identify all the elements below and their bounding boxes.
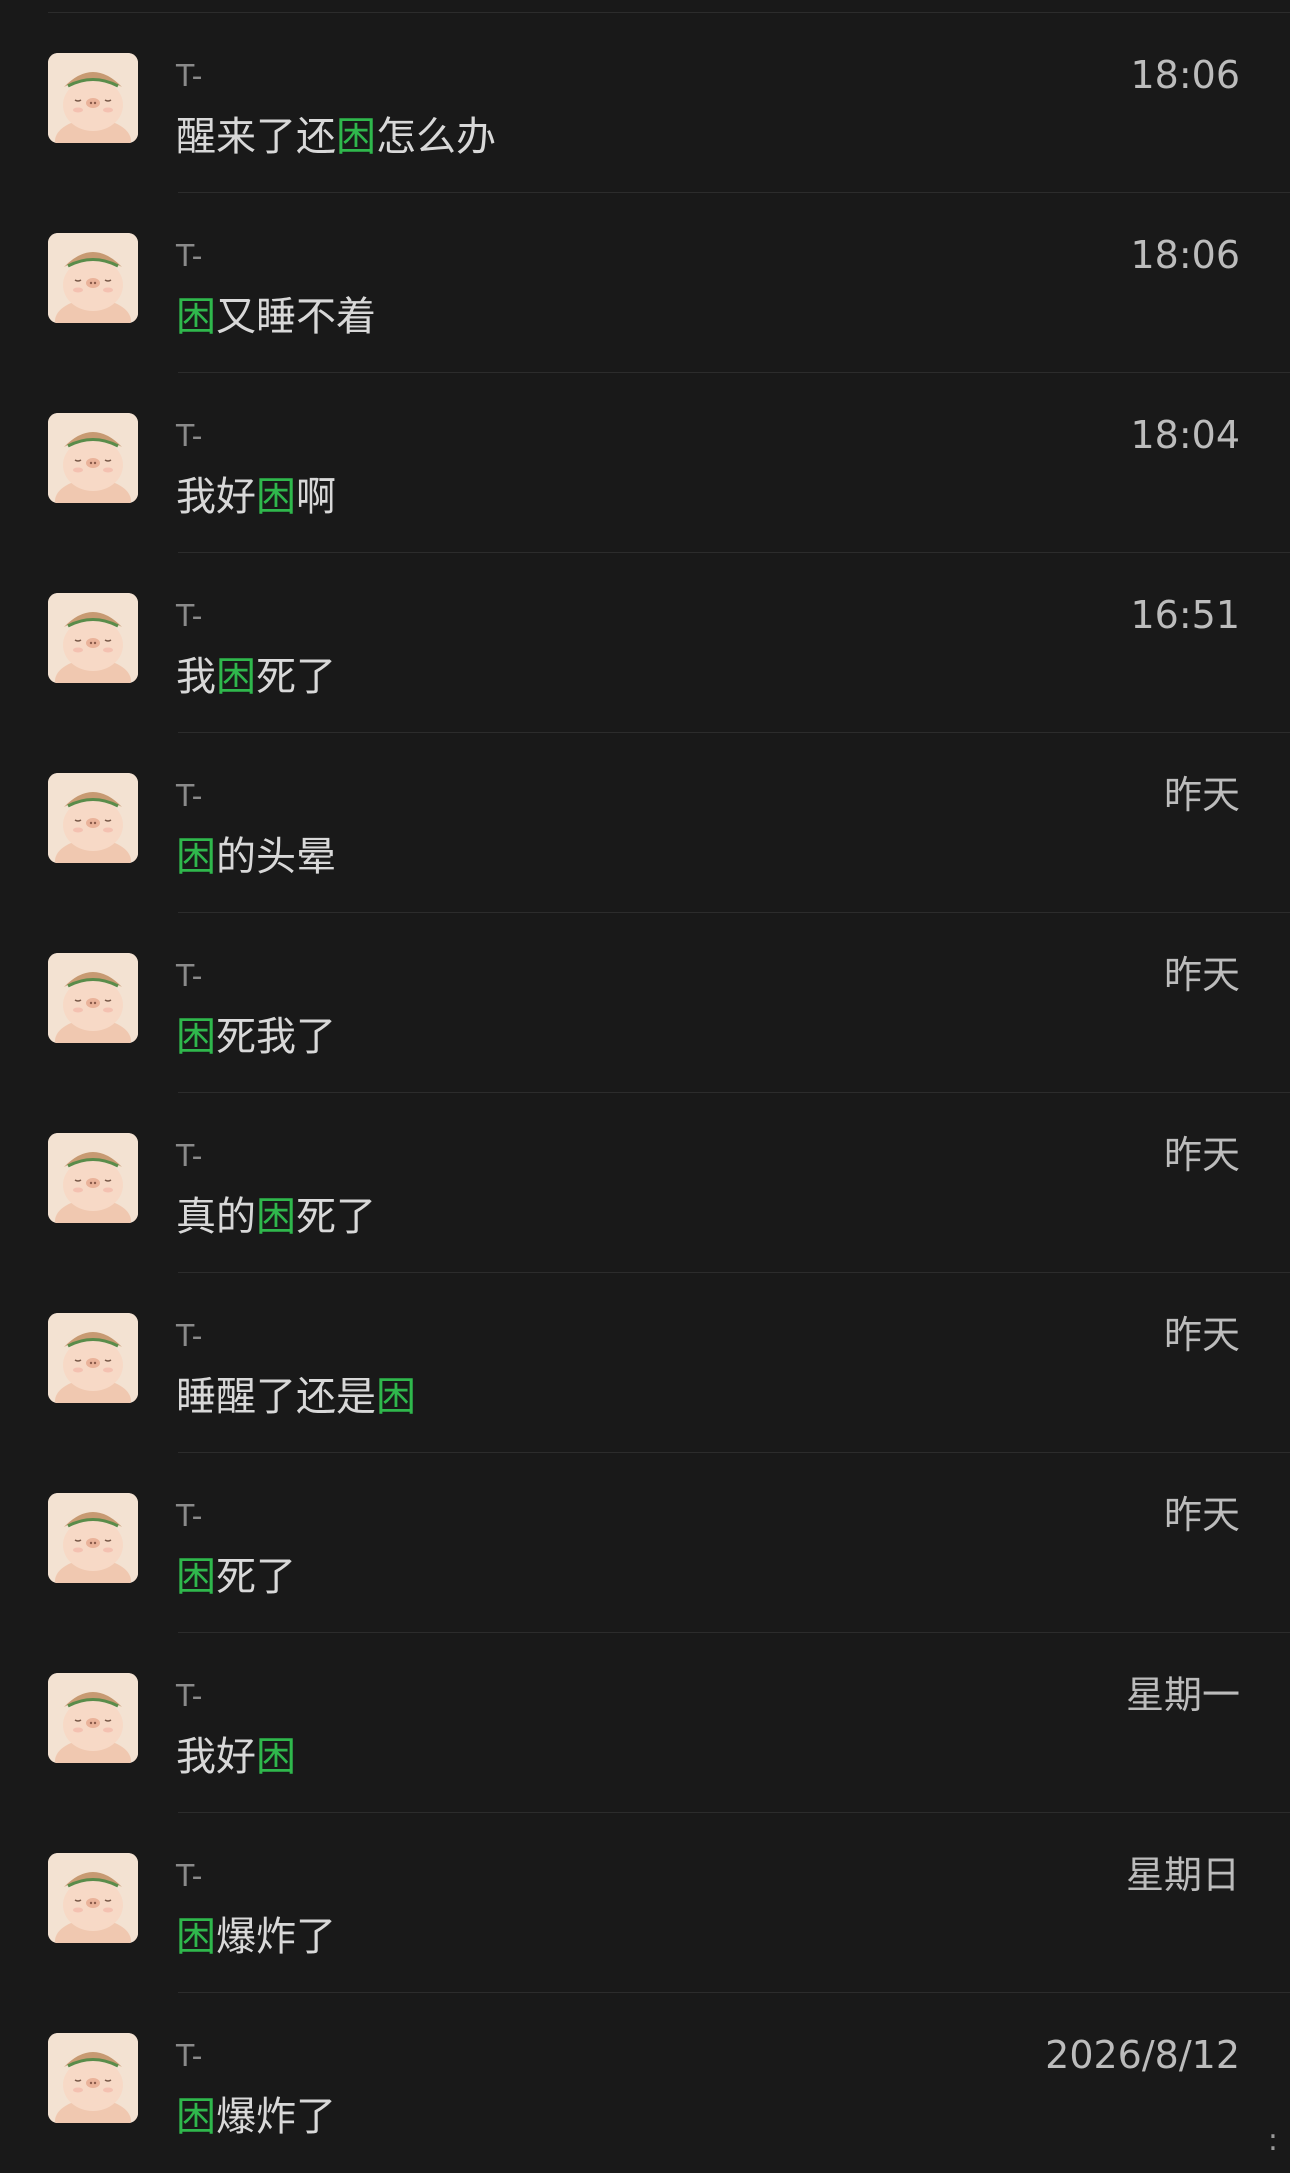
keyword-highlight: 困 (336, 114, 376, 160)
search-result-row[interactable]: T- 困的头晕 昨天 (48, 733, 1290, 913)
message-text: 我好 (176, 1734, 256, 1780)
message-snippet: 我困死了 (176, 653, 336, 701)
keyword-highlight: 困 (176, 1014, 216, 1060)
pig-sticker-avatar-icon (48, 1313, 138, 1403)
sender-name: T- (176, 959, 203, 994)
message-text: 睡醒了还是 (176, 1374, 376, 1420)
message-snippet: 醒来了还困怎么办 (176, 113, 496, 161)
message-text: 我 (176, 654, 216, 700)
keyword-highlight: 困 (176, 294, 216, 340)
search-result-row[interactable]: T- 困死我了 昨天 (48, 913, 1290, 1093)
message-text: 爆炸了 (216, 1914, 336, 1960)
sender-name: T- (176, 1499, 203, 1534)
message-snippet: 困爆炸了 (176, 2093, 336, 2141)
message-time: 昨天 (1163, 1133, 1240, 1177)
message-text: 的头晕 (216, 834, 336, 880)
message-time: 16:51 (1130, 593, 1240, 637)
message-snippet: 困的头晕 (176, 833, 336, 881)
sender-name: T- (176, 1679, 203, 1714)
search-result-row[interactable]: T- 困又睡不着 18:06 (48, 193, 1290, 373)
keyword-highlight: 困 (256, 1194, 296, 1240)
message-text: 怎么办 (376, 114, 496, 160)
message-time: 昨天 (1163, 1313, 1240, 1357)
search-result-row[interactable]: T- 我好困 星期一 (48, 1633, 1290, 1813)
message-time: 昨天 (1163, 1493, 1240, 1537)
pig-sticker-avatar-icon (48, 53, 138, 143)
message-time: 星期一 (1125, 1673, 1240, 1717)
pig-sticker-avatar-icon (48, 1673, 138, 1763)
message-time: 星期日 (1125, 1853, 1240, 1897)
search-result-row[interactable]: T- 我困死了 16:51 (48, 553, 1290, 733)
message-time: 18:06 (1130, 53, 1240, 97)
sender-name: T- (176, 1859, 203, 1894)
message-time: 昨天 (1163, 953, 1240, 997)
pig-sticker-avatar-icon (48, 413, 138, 503)
keyword-highlight: 困 (176, 1554, 216, 1600)
message-snippet: 我好困啊 (176, 473, 336, 521)
keyword-highlight: 困 (176, 2094, 216, 2140)
sender-name: T- (176, 2039, 203, 2074)
message-text: 我好 (176, 474, 256, 520)
message-text: 死了 (216, 1554, 296, 1600)
message-snippet: 睡醒了还是困 (176, 1373, 416, 1421)
keyword-highlight: 困 (176, 1914, 216, 1960)
search-result-row[interactable]: T- 困爆炸了 星期日 (48, 1813, 1290, 1993)
pig-sticker-avatar-icon (48, 953, 138, 1043)
message-snippet: 真的困死了 (176, 1193, 376, 1241)
search-result-row[interactable]: T- 真的困死了 昨天 (48, 1093, 1290, 1273)
message-time: 18:06 (1130, 233, 1240, 277)
message-snippet: 困爆炸了 (176, 1913, 336, 1961)
message-time: 18:04 (1130, 413, 1240, 457)
search-result-row[interactable]: T- 醒来了还困怎么办 18:06 (48, 13, 1290, 193)
pig-sticker-avatar-icon (48, 593, 138, 683)
message-snippet: 我好困 (176, 1733, 296, 1781)
message-text: 爆炸了 (216, 2094, 336, 2140)
sender-name: T- (176, 1319, 203, 1354)
sender-name: T- (176, 239, 203, 274)
search-result-row[interactable]: T- 困死了 昨天 (48, 1453, 1290, 1633)
message-text: 啊 (296, 474, 336, 520)
search-result-row[interactable]: T- 困爆炸了 2026/8/12 (48, 1993, 1290, 2173)
message-text: 真的 (176, 1194, 256, 1240)
pig-sticker-avatar-icon (48, 1133, 138, 1223)
pig-sticker-avatar-icon (48, 773, 138, 863)
keyword-highlight: 困 (256, 1734, 296, 1780)
message-snippet: 困死我了 (176, 1013, 336, 1061)
sender-name: T- (176, 599, 203, 634)
message-snippet: 困又睡不着 (176, 293, 376, 341)
keyword-highlight: 困 (376, 1374, 416, 1420)
keyword-highlight: 困 (176, 834, 216, 880)
search-result-row[interactable]: T- 睡醒了还是困 昨天 (48, 1273, 1290, 1453)
sender-name: T- (176, 779, 203, 814)
message-text: 死了 (256, 654, 336, 700)
sender-name: T- (176, 419, 203, 454)
message-time: 2026/8/12 (1045, 2033, 1240, 2077)
pig-sticker-avatar-icon (48, 233, 138, 323)
message-text: 醒来了还 (176, 114, 336, 160)
sender-name: T- (176, 1139, 203, 1174)
message-time: 昨天 (1163, 773, 1240, 817)
message-text: 又睡不着 (216, 294, 376, 340)
pig-sticker-avatar-icon (48, 1493, 138, 1583)
message-text: 死了 (296, 1194, 376, 1240)
pig-sticker-avatar-icon (48, 1853, 138, 1943)
search-result-row[interactable]: T- 我好困啊 18:04 (48, 373, 1290, 553)
message-snippet: 困死了 (176, 1553, 296, 1601)
sender-name: T- (176, 59, 203, 94)
corner-glyph: : (1267, 2123, 1278, 2158)
message-text: 死我了 (216, 1014, 336, 1060)
keyword-highlight: 困 (256, 474, 296, 520)
search-results-list: T- 醒来了还困怎么办 18:06 T- 困又睡不着 18:06 T- 我好困啊 18:04 T-… (0, 13, 1290, 2173)
keyword-highlight: 困 (216, 654, 256, 700)
pig-sticker-avatar-icon (48, 2033, 138, 2123)
